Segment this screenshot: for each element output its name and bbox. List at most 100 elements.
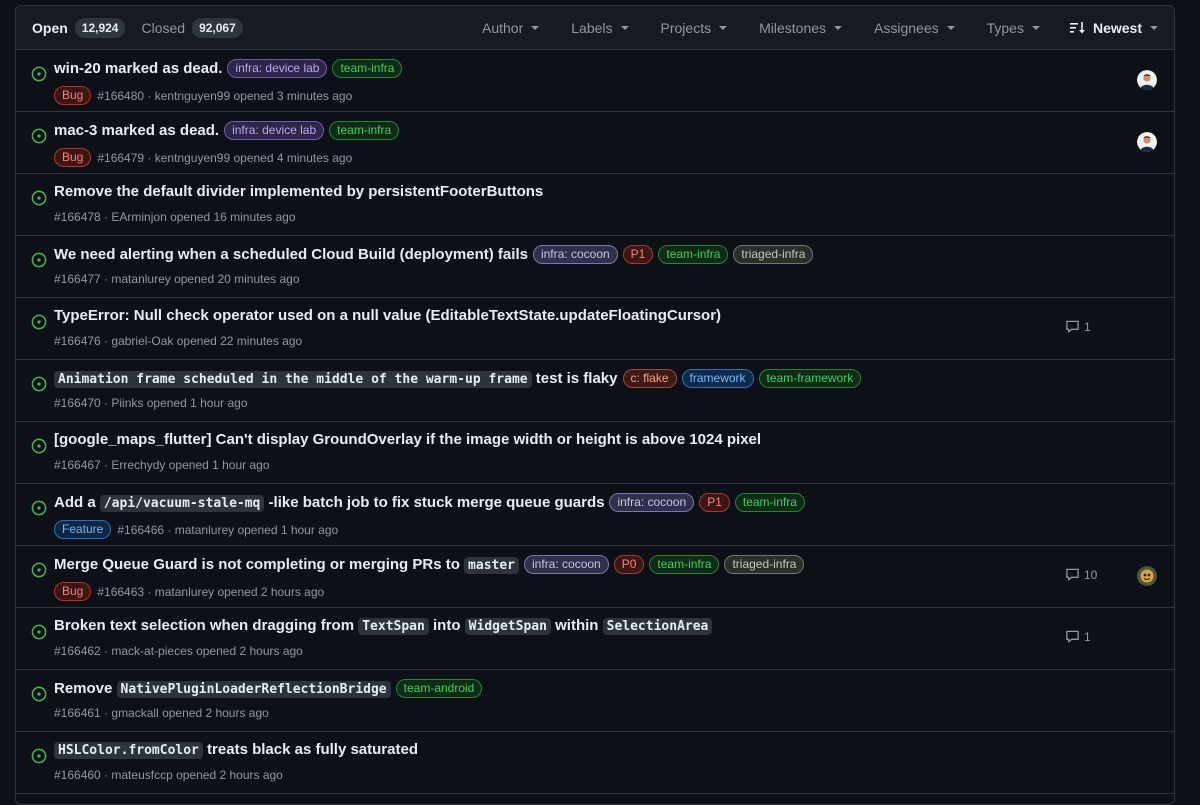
- label-infra-cocoon[interactable]: infra: cocoon: [609, 493, 695, 512]
- separator-dot: ·: [164, 522, 175, 537]
- issue-title-link[interactable]: Add a /api/vacuum-stale-mq -like batch j…: [54, 494, 605, 512]
- issue-byline: mack-at-pieces opened 2 hours ago: [111, 644, 303, 658]
- issue-title-link[interactable]: HSLColor.fromColor treats black as fully…: [54, 741, 418, 759]
- filter-milestones[interactable]: Milestones: [759, 20, 843, 36]
- issue-title-link[interactable]: TypeError: Null check operator used on a…: [54, 307, 721, 324]
- label-team-infra[interactable]: team-infra: [332, 59, 403, 78]
- closed-issues-tab[interactable]: Closed 92,067: [141, 17, 243, 38]
- issue-byline: matanlurey opened 2 hours ago: [154, 584, 325, 599]
- label-triaged-infra[interactable]: triaged-infra: [724, 555, 805, 574]
- comment-icon: [1066, 568, 1079, 581]
- sort-dropdown[interactable]: Newest: [1069, 19, 1158, 36]
- issue-byline: Piinks opened 1 hour ago: [111, 396, 248, 410]
- open-count-badge: 12,924: [74, 17, 126, 38]
- issue-type-bug[interactable]: Bug: [54, 148, 92, 167]
- label-p1[interactable]: P1: [622, 245, 654, 264]
- label-framework[interactable]: framework: [681, 369, 754, 388]
- label-team-infra[interactable]: team-infra: [649, 555, 720, 574]
- comment-count-link[interactable]: 1: [1065, 319, 1091, 334]
- closed-tab-label: Closed: [141, 19, 186, 36]
- assignee-avatar[interactable]: [1137, 566, 1157, 586]
- issue-title-text: mac-3 marked as dead.: [54, 122, 220, 139]
- separator-dot: ·: [100, 210, 112, 224]
- comment-count-link[interactable]: 10: [1065, 567, 1097, 582]
- issue-title-code: master: [464, 557, 520, 574]
- issue-title-code: /api/vacuum-stale-mq: [99, 495, 265, 512]
- separator-dot: ·: [100, 706, 112, 720]
- issue-row: We need alerting when a scheduled Cloud …: [16, 236, 1174, 298]
- issue-meta-line: #166477 · matanlurey opened 20 minutes a…: [54, 272, 300, 286]
- label-team-infra[interactable]: team-infra: [329, 121, 400, 140]
- filter-projects-label: Projects: [660, 19, 712, 36]
- label-team-framework[interactable]: team-framework: [758, 369, 862, 388]
- issue-byline: mateusfccp opened 2 hours ago: [111, 768, 283, 782]
- issue-title-link[interactable]: [google_maps_flutter] Can't display Grou…: [54, 431, 761, 448]
- issue-type-bug[interactable]: Bug: [54, 86, 92, 105]
- caret-down-icon: [834, 25, 843, 30]
- label-team-infra[interactable]: team-infra: [734, 493, 805, 512]
- issue-row: [google_maps_flutter] Can't display Grou…: [16, 422, 1174, 484]
- issue-title-text: Merge Queue Guard is not completing or m…: [54, 556, 465, 573]
- issue-byline: EArminjon opened 16 minutes ago: [111, 210, 296, 224]
- issue-title-text: Remove the default divider implemented b…: [54, 183, 544, 200]
- label-infra-cocoon[interactable]: infra: cocoon: [524, 555, 609, 574]
- open-issues-tab[interactable]: Open 12,924: [32, 17, 126, 38]
- issue-title-link[interactable]: We need alerting when a scheduled Cloud …: [54, 246, 528, 263]
- filter-author-label: Author: [482, 19, 524, 36]
- issue-title-line: Remove NativePluginLoaderReflectionBridg…: [54, 679, 1044, 698]
- issue-number: #166480: [97, 88, 145, 103]
- label-team-android[interactable]: team-android: [395, 679, 483, 698]
- separator-dot: ·: [144, 584, 155, 599]
- issue-row: Merge Queue Guard is not completing or m…: [16, 546, 1174, 608]
- caret-down-icon: [946, 25, 955, 30]
- issue-number: #166467: [54, 458, 101, 472]
- issue-title-link[interactable]: Broken text selection when dragging from…: [54, 617, 713, 635]
- separator-dot: ·: [100, 334, 112, 348]
- issue-meta-line: #166462 · mack-at-pieces opened 2 hours …: [54, 644, 303, 658]
- issue-title-line: Merge Queue Guard is not completing or m…: [54, 555, 1044, 574]
- separator-dot: ·: [100, 644, 112, 658]
- issue-meta-line: #166476 · gabriel-Oak opened 22 minutes …: [54, 334, 302, 348]
- issue-title-code: TextSpan: [358, 618, 429, 635]
- issue-title-text: test is flaky: [531, 370, 618, 387]
- issue-number: #166479: [97, 150, 145, 165]
- filter-types-label: Types: [986, 19, 1024, 36]
- separator-dot: ·: [100, 272, 112, 286]
- filter-assignees[interactable]: Assignees: [874, 20, 955, 36]
- label-p1[interactable]: P1: [699, 493, 730, 512]
- issue-title-link[interactable]: mac-3 marked as dead.: [54, 122, 219, 139]
- issue-type-feature[interactable]: Feature: [54, 520, 112, 539]
- issue-title-text: within: [550, 617, 603, 634]
- label-infra-device-lab[interactable]: infra: device lab: [224, 121, 325, 140]
- assignee-avatar[interactable]: [1137, 70, 1157, 90]
- filter-author[interactable]: Author: [482, 19, 540, 36]
- issue-meta-line: #166461 · gmackall opened 2 hours ago: [54, 706, 269, 720]
- issue-row: Remove NativePluginLoaderReflectionBridg…: [16, 670, 1174, 732]
- issue-title-link[interactable]: Remove the default divider implemented b…: [54, 183, 543, 200]
- label-triaged-infra[interactable]: triaged-infra: [733, 245, 814, 264]
- label-infra-cocoon[interactable]: infra: cocoon: [532, 245, 618, 264]
- comment-count: 1: [1084, 629, 1091, 644]
- issue-title-text: -like batch job to fix stuck merge queue…: [264, 494, 605, 511]
- label-p0[interactable]: P0: [613, 555, 645, 574]
- sort-desc-icon: [1069, 21, 1085, 33]
- issue-title-link[interactable]: win-20 marked as dead.: [54, 60, 222, 77]
- issue-open-icon: [31, 128, 47, 144]
- issue-title-link[interactable]: Remove NativePluginLoaderReflectionBridg…: [54, 680, 391, 698]
- issue-open-icon: [31, 438, 47, 454]
- issue-meta-line: #166478 · EArminjon opened 16 minutes ag…: [54, 210, 296, 224]
- issue-title-link[interactable]: Animation frame scheduled in the middle …: [54, 370, 618, 388]
- label-team-infra[interactable]: team-infra: [658, 245, 729, 264]
- comment-count-link[interactable]: 1: [1065, 629, 1091, 644]
- issue-title-link[interactable]: Merge Queue Guard is not completing or m…: [54, 556, 520, 574]
- label-infra-device-lab[interactable]: infra: device lab: [227, 59, 328, 78]
- assignee-avatar[interactable]: [1137, 132, 1157, 152]
- issue-type-bug[interactable]: Bug: [54, 582, 92, 601]
- filter-projects[interactable]: Projects: [661, 20, 728, 36]
- label-c-flake[interactable]: c: flake: [622, 369, 677, 388]
- filter-types[interactable]: Types: [987, 20, 1040, 36]
- filter-labels[interactable]: Labels: [571, 20, 629, 36]
- issue-byline: gabriel-Oak opened 22 minutes ago: [111, 334, 303, 348]
- comment-count: 1: [1084, 319, 1091, 334]
- sort-label: Newest: [1092, 19, 1142, 36]
